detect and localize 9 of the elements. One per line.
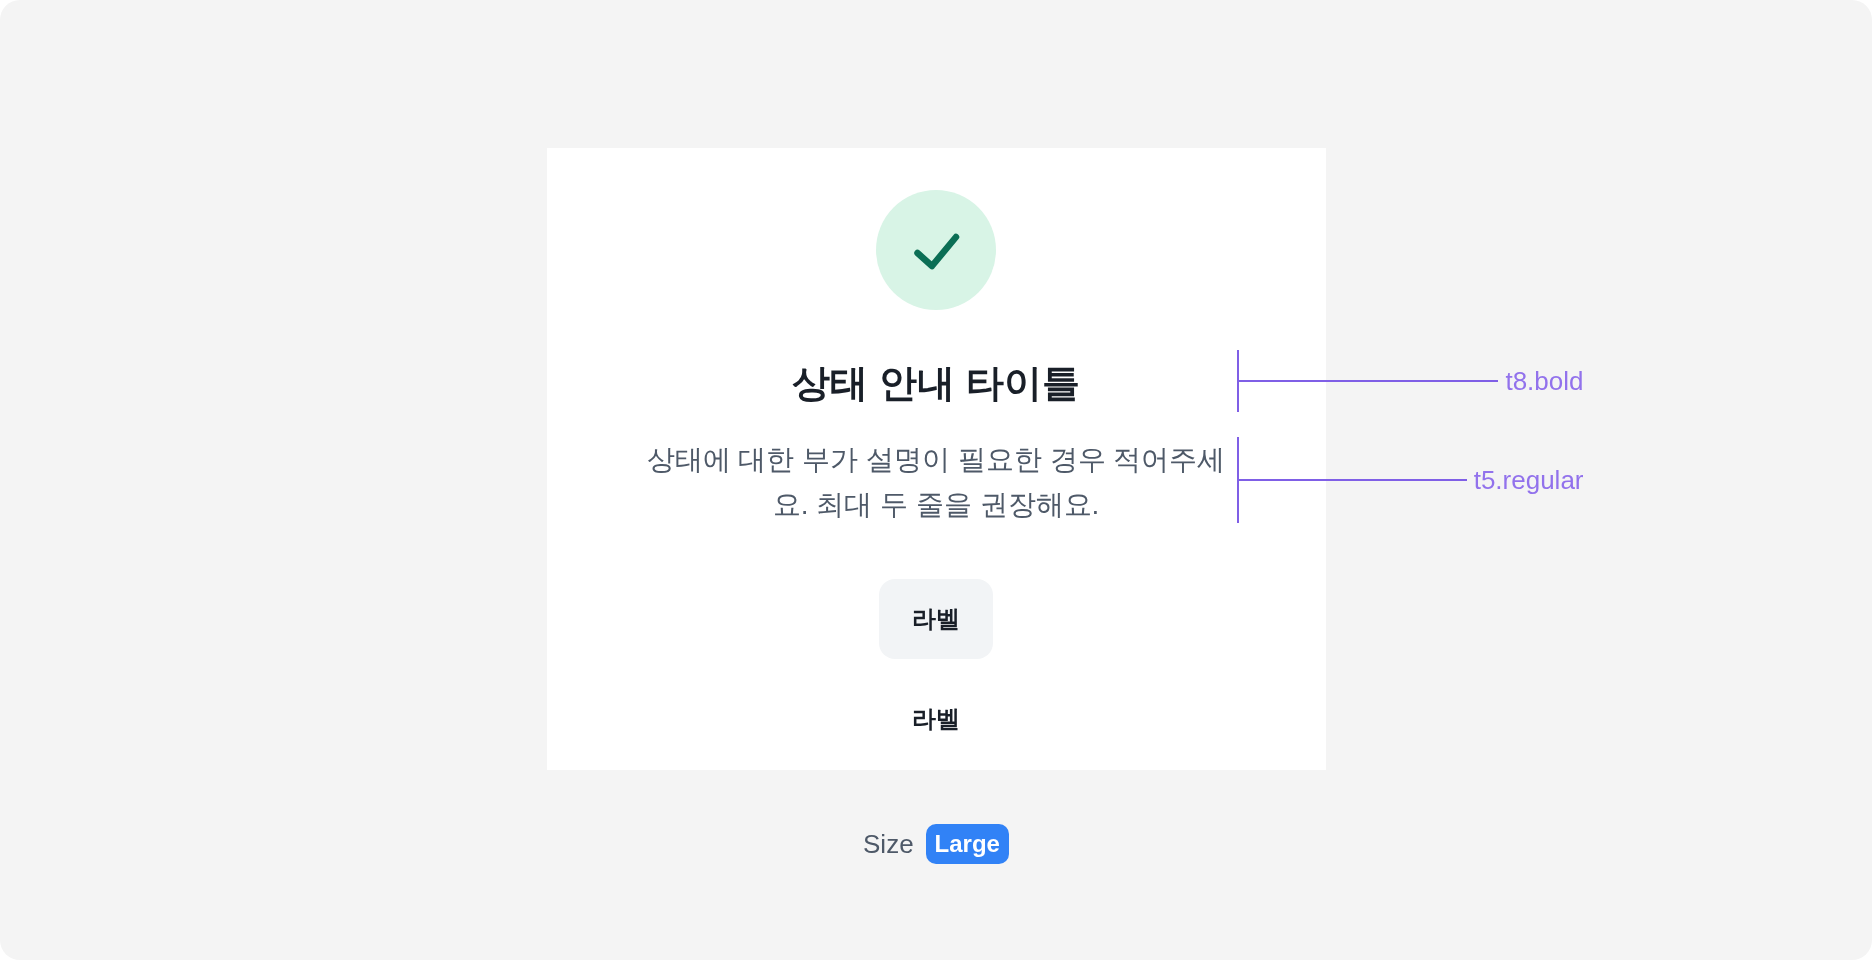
size-label: Size [863,828,914,860]
annotation-label: t8.bold [1505,365,1584,397]
check-icon [876,190,996,310]
size-badge: Large [925,824,1009,864]
status-title: 상태 안내 타이틀 [792,361,1080,406]
text-button[interactable]: 라벨 [904,695,968,743]
status-description: 상태에 대한 부가 설명이 필요한 경우 적어주세요. 최대 두 줄을 권장해요. [645,443,1227,522]
action-button[interactable]: 라벨 [879,579,993,659]
annotation-label: t5.regular [1473,464,1584,496]
